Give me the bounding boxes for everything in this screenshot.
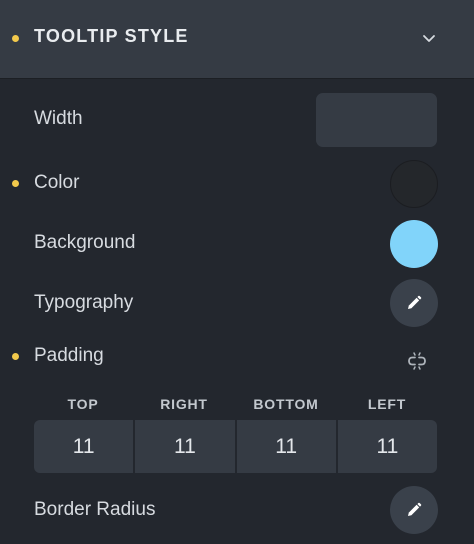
width-input[interactable] (316, 93, 437, 147)
background-swatch[interactable] (390, 220, 438, 268)
padding-top-input[interactable]: 11 (34, 420, 134, 473)
chevron-down-icon[interactable] (419, 28, 439, 48)
padding-inputs: 11 11 11 11 (34, 420, 437, 473)
padding-right-input[interactable]: 11 (133, 420, 235, 473)
padding-left-input[interactable]: 11 (335, 420, 437, 473)
padding-col-bottom: BOTTOM (253, 396, 319, 412)
padding-col-right: RIGHT (160, 396, 208, 412)
section-title: TOOLTIP STYLE (34, 26, 189, 46)
border-radius-label: Border Radius (34, 499, 156, 520)
border-radius-edit-button[interactable] (390, 486, 438, 534)
modified-indicator-dot (12, 35, 19, 42)
padding-bottom-input[interactable]: 11 (234, 420, 336, 473)
padding-label: Padding (34, 345, 104, 366)
background-label: Background (34, 232, 136, 253)
pencil-icon (408, 502, 422, 516)
color-label: Color (34, 172, 80, 193)
color-modified-dot (12, 180, 19, 187)
padding-col-left: LEFT (367, 396, 407, 412)
padding-col-top: TOP (67, 396, 99, 412)
width-label: Width (34, 108, 83, 129)
pencil-icon (408, 295, 422, 309)
typography-label: Typography (34, 292, 134, 313)
unlink-icon[interactable] (404, 348, 430, 374)
color-swatch[interactable] (390, 160, 438, 208)
padding-modified-dot (12, 353, 19, 360)
section-header[interactable]: TOOLTIP STYLE (0, 0, 474, 79)
typography-edit-button[interactable] (390, 279, 438, 327)
